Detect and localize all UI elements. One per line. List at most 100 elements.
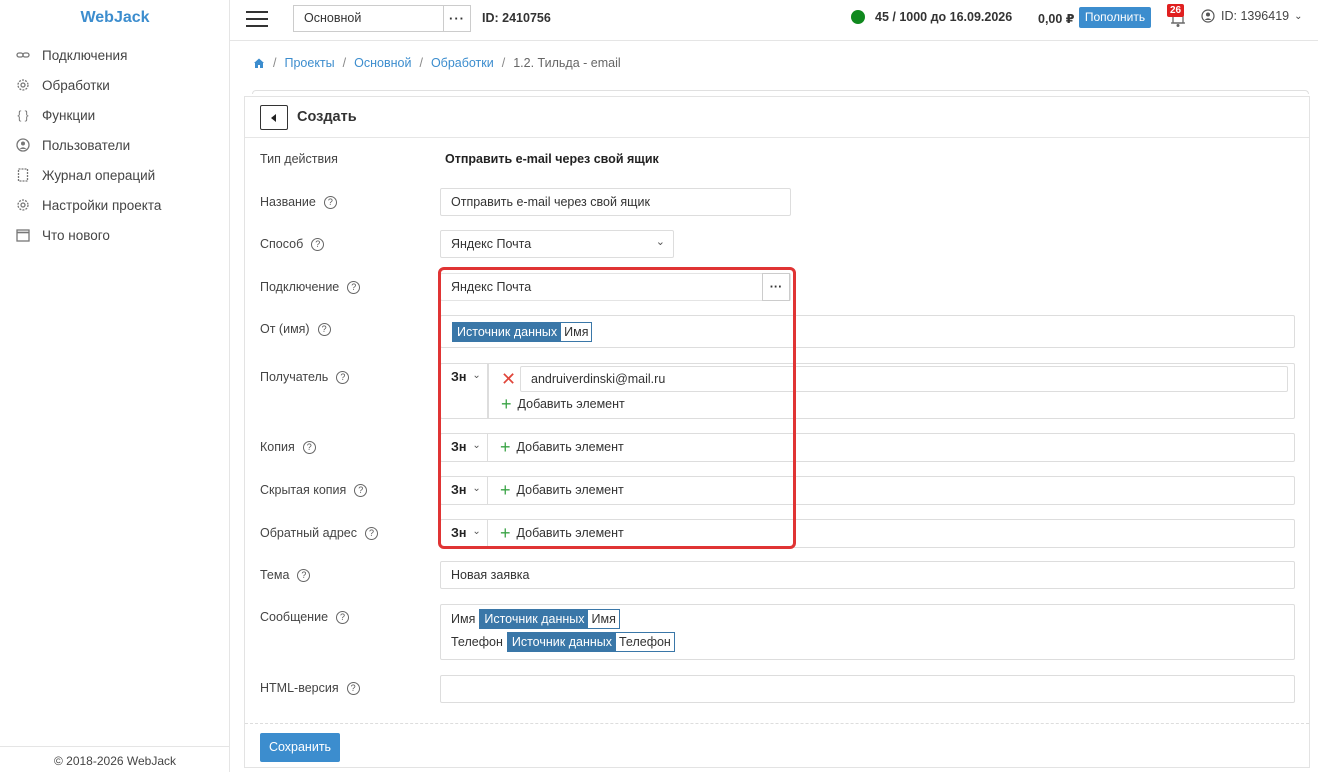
topup-button[interactable]: Пополнить [1079,7,1151,28]
help-icon[interactable]: ? [364,526,378,540]
breadcrumb-projects[interactable]: Проекты [284,56,334,70]
plus-icon: + [500,437,511,457]
help-icon[interactable]: ? [311,237,325,251]
recipient-email-input[interactable]: andruiverdinski@mail.ru [520,366,1288,392]
sidebar-item-label: Что нового [42,227,110,243]
plus-icon: + [500,523,511,543]
chevron-down-icon: ⌄ [1294,10,1303,22]
source-chip[interactable]: Источник данных Имя [479,609,620,629]
help-icon[interactable]: ? [336,610,350,624]
sidebar-item-whats-new[interactable]: Что нового [0,220,230,250]
value-type-select[interactable]: Зн ⌄ [441,520,488,547]
breadcrumb-handlers[interactable]: Обработки [431,56,494,70]
more-icon[interactable]: ··· [762,273,790,301]
add-element-button[interactable]: + Добавить элемент [500,523,624,543]
bcc-label: Скрытая копия? [260,483,368,497]
settings-icon [15,197,31,213]
sidebar: WebJack Подключения Обработки { } Функци… [0,0,230,772]
breadcrumb-current: 1.2. Тильда - email [513,56,621,70]
recipient-items: ✕ andruiverdinski@mail.ru + Добавить элем… [488,364,1295,418]
method-label: Способ? [260,237,325,251]
help-icon[interactable]: ? [354,483,368,497]
cc-list: Зн ⌄ + Добавить элемент [440,433,1295,462]
menu-toggle-icon[interactable] [246,11,268,27]
value-type-select[interactable]: Зн ⌄ [441,364,488,418]
quota-text: 45 / 1000 до 16.09.2026 [875,10,1013,24]
connection-select[interactable]: Яндекс Почта ··· [440,273,791,301]
sidebar-nav: Подключения Обработки { } Функции Пользо… [0,40,230,250]
balance: 0,00 ₽ [1038,12,1075,26]
sidebar-item-log[interactable]: Журнал операций [0,160,230,190]
status-dot-icon [851,10,865,24]
action-type-value: Отправить e-mail через свой ящик [445,152,659,166]
chevron-down-icon: ⌄ [472,370,481,381]
divider [252,90,1309,94]
more-icon[interactable]: ··· [443,6,470,31]
topbar: Основной ··· ID: 2410756 45 / 1000 до 16… [230,0,1318,41]
user-icon [15,137,31,153]
sidebar-item-label: Функции [42,107,96,123]
page-title: Создать [297,109,357,125]
help-icon[interactable]: ? [317,322,331,336]
add-element-button[interactable]: + Добавить элемент [501,394,625,414]
source-chip[interactable]: Источник данных Телефон [506,632,675,652]
add-element-button[interactable]: + Добавить элемент [500,480,624,500]
braces-icon: { } [17,108,29,122]
from-label: От (имя)? [260,322,331,336]
sidebar-item-users[interactable]: Пользователи [0,130,230,160]
reply-to-label: Обратный адрес? [260,526,378,540]
help-icon[interactable]: ? [323,195,337,209]
brand-logo[interactable]: WebJack [0,0,230,36]
save-button[interactable]: Сохранить [260,733,340,762]
add-element-button[interactable]: + Добавить элемент [500,437,624,457]
sidebar-item-functions[interactable]: { } Функции [0,100,230,130]
reply-to-list: Зн ⌄ + Добавить элемент [440,519,1295,548]
plus-icon: + [500,480,511,500]
back-button[interactable] [260,105,288,130]
value-type-select[interactable]: Зн ⌄ [441,434,488,461]
subject-label: Тема? [260,568,311,582]
gear-icon [15,77,31,93]
help-icon[interactable]: ? [297,568,311,582]
help-icon[interactable]: ? [347,280,361,294]
card-header: Создать [245,97,1309,138]
notification-badge: 26 [1167,4,1185,17]
remove-icon[interactable]: ✕ [501,370,516,388]
user-circle-icon [1201,9,1215,23]
quota-status: 45 / 1000 до 16.09.2026 [851,10,1012,24]
from-input[interactable]: Источник данных Имя [440,315,1295,348]
value-type-select[interactable]: Зн ⌄ [441,477,488,504]
cc-label: Копия? [260,440,316,454]
divider [245,723,1309,724]
project-select-value: Основной [304,11,362,25]
recipient-label: Получатель? [260,370,350,384]
source-chip[interactable]: Источник данных Имя [452,322,593,342]
breadcrumb: / Проекты / Основной / Обработки / 1.2. … [253,56,621,70]
calendar-icon [15,227,31,243]
sidebar-item-label: Обработки [42,77,110,93]
sidebar-item-connections[interactable]: Подключения [0,40,230,70]
help-icon[interactable]: ? [302,440,316,454]
caret-left-icon [271,113,276,122]
html-version-input[interactable] [440,675,1295,703]
sidebar-item-label: Настройки проекта [42,197,162,213]
subject-input[interactable]: Новая заявка [440,561,1295,589]
name-input[interactable]: Отправить e-mail через свой ящик [440,188,791,216]
method-select[interactable]: Яндекс Почта ⌄ [440,230,674,258]
help-icon[interactable]: ? [336,370,350,384]
project-select[interactable]: Основной ··· [293,5,471,32]
sidebar-item-handlers[interactable]: Обработки [0,70,230,100]
plus-icon: + [501,394,512,414]
message-label: Сообщение? [260,610,350,624]
help-icon[interactable]: ? [346,681,360,695]
breadcrumb-project[interactable]: Основной [354,56,411,70]
form-card: Создать Тип действия Отправить e-mail че… [244,96,1310,768]
home-icon[interactable] [253,57,265,69]
message-input[interactable]: Имя Источник данных Имя Телефон Источник … [440,604,1295,660]
html-version-label: HTML-версия? [260,681,360,695]
sidebar-item-project-settings[interactable]: Настройки проекта [0,190,230,220]
sidebar-item-label: Пользователи [42,137,131,153]
bcc-list: Зн ⌄ + Добавить элемент [440,476,1295,505]
user-menu[interactable]: ID: 1396419 ⌄ [1201,9,1303,23]
chevron-down-icon: ⌄ [472,526,481,537]
